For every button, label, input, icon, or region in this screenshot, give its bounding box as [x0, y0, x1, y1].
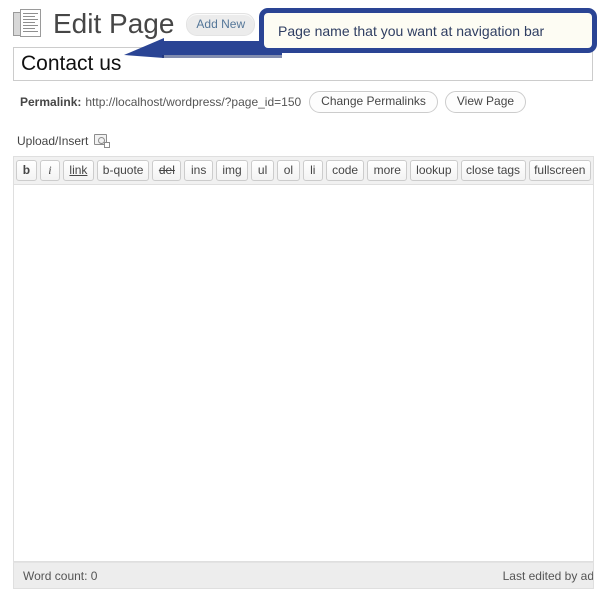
last-edited-label: Last edited by adr	[502, 568, 594, 583]
annotation-callout: Page name that you want at navigation ba…	[259, 8, 597, 53]
pages-icon	[13, 8, 43, 40]
quicktag-ins[interactable]: ins	[184, 160, 213, 181]
quicktag-ol[interactable]: ol	[276, 160, 300, 181]
pages-icon-lines	[23, 13, 38, 33]
quicktag-ul[interactable]: ul	[251, 160, 274, 181]
quicktag-italic[interactable]: i	[39, 160, 60, 181]
permalink-label: Permalink:	[20, 95, 82, 109]
editor-status-bar: Word count: 0 Last edited by adr	[13, 562, 594, 589]
quicktag-close-tags[interactable]: close tags	[460, 160, 526, 181]
editor-container: b i link b-quote del ins img ul ol li code more look…	[13, 156, 594, 590]
quicktag-bold[interactable]: b	[16, 160, 37, 181]
quicktag-lookup[interactable]: lookup	[410, 160, 458, 181]
change-permalinks-button[interactable]: Change Permalinks	[309, 91, 438, 113]
editor-textarea[interactable]	[13, 185, 594, 562]
permalink-url[interactable]: http://localhost/wordpress/?page_id=150	[85, 95, 301, 109]
quicktag-blockquote[interactable]: b-quote	[96, 160, 150, 181]
view-page-button[interactable]: View Page	[444, 91, 527, 113]
quicktags-toolbar: b i link b-quote del ins img ul ol li code more look…	[13, 156, 594, 185]
quicktag-del[interactable]: del	[152, 160, 182, 181]
quicktag-img[interactable]: img	[215, 160, 249, 181]
upload-insert-row: Upload/Insert	[17, 133, 111, 148]
upload-insert-label: Upload/Insert	[17, 133, 89, 148]
permalink-row: Permalink: http://localhost/wordpress/?p…	[20, 91, 533, 113]
quicktag-link[interactable]: link	[62, 160, 94, 181]
quicktag-more[interactable]: more	[367, 160, 408, 181]
quicktag-fullscreen[interactable]: fullscreen	[528, 160, 591, 181]
quicktag-code[interactable]: code	[325, 160, 365, 181]
media-camera-icon[interactable]	[94, 133, 111, 148]
quicktag-li[interactable]: li	[302, 160, 323, 181]
page-title: Edit Page	[53, 8, 175, 39]
add-new-button[interactable]: Add New	[186, 12, 256, 36]
annotation-arrow-icon	[124, 38, 282, 58]
annotation-text: Page name that you want at navigation ba…	[278, 22, 545, 39]
word-count: Word count: 0	[23, 568, 98, 583]
